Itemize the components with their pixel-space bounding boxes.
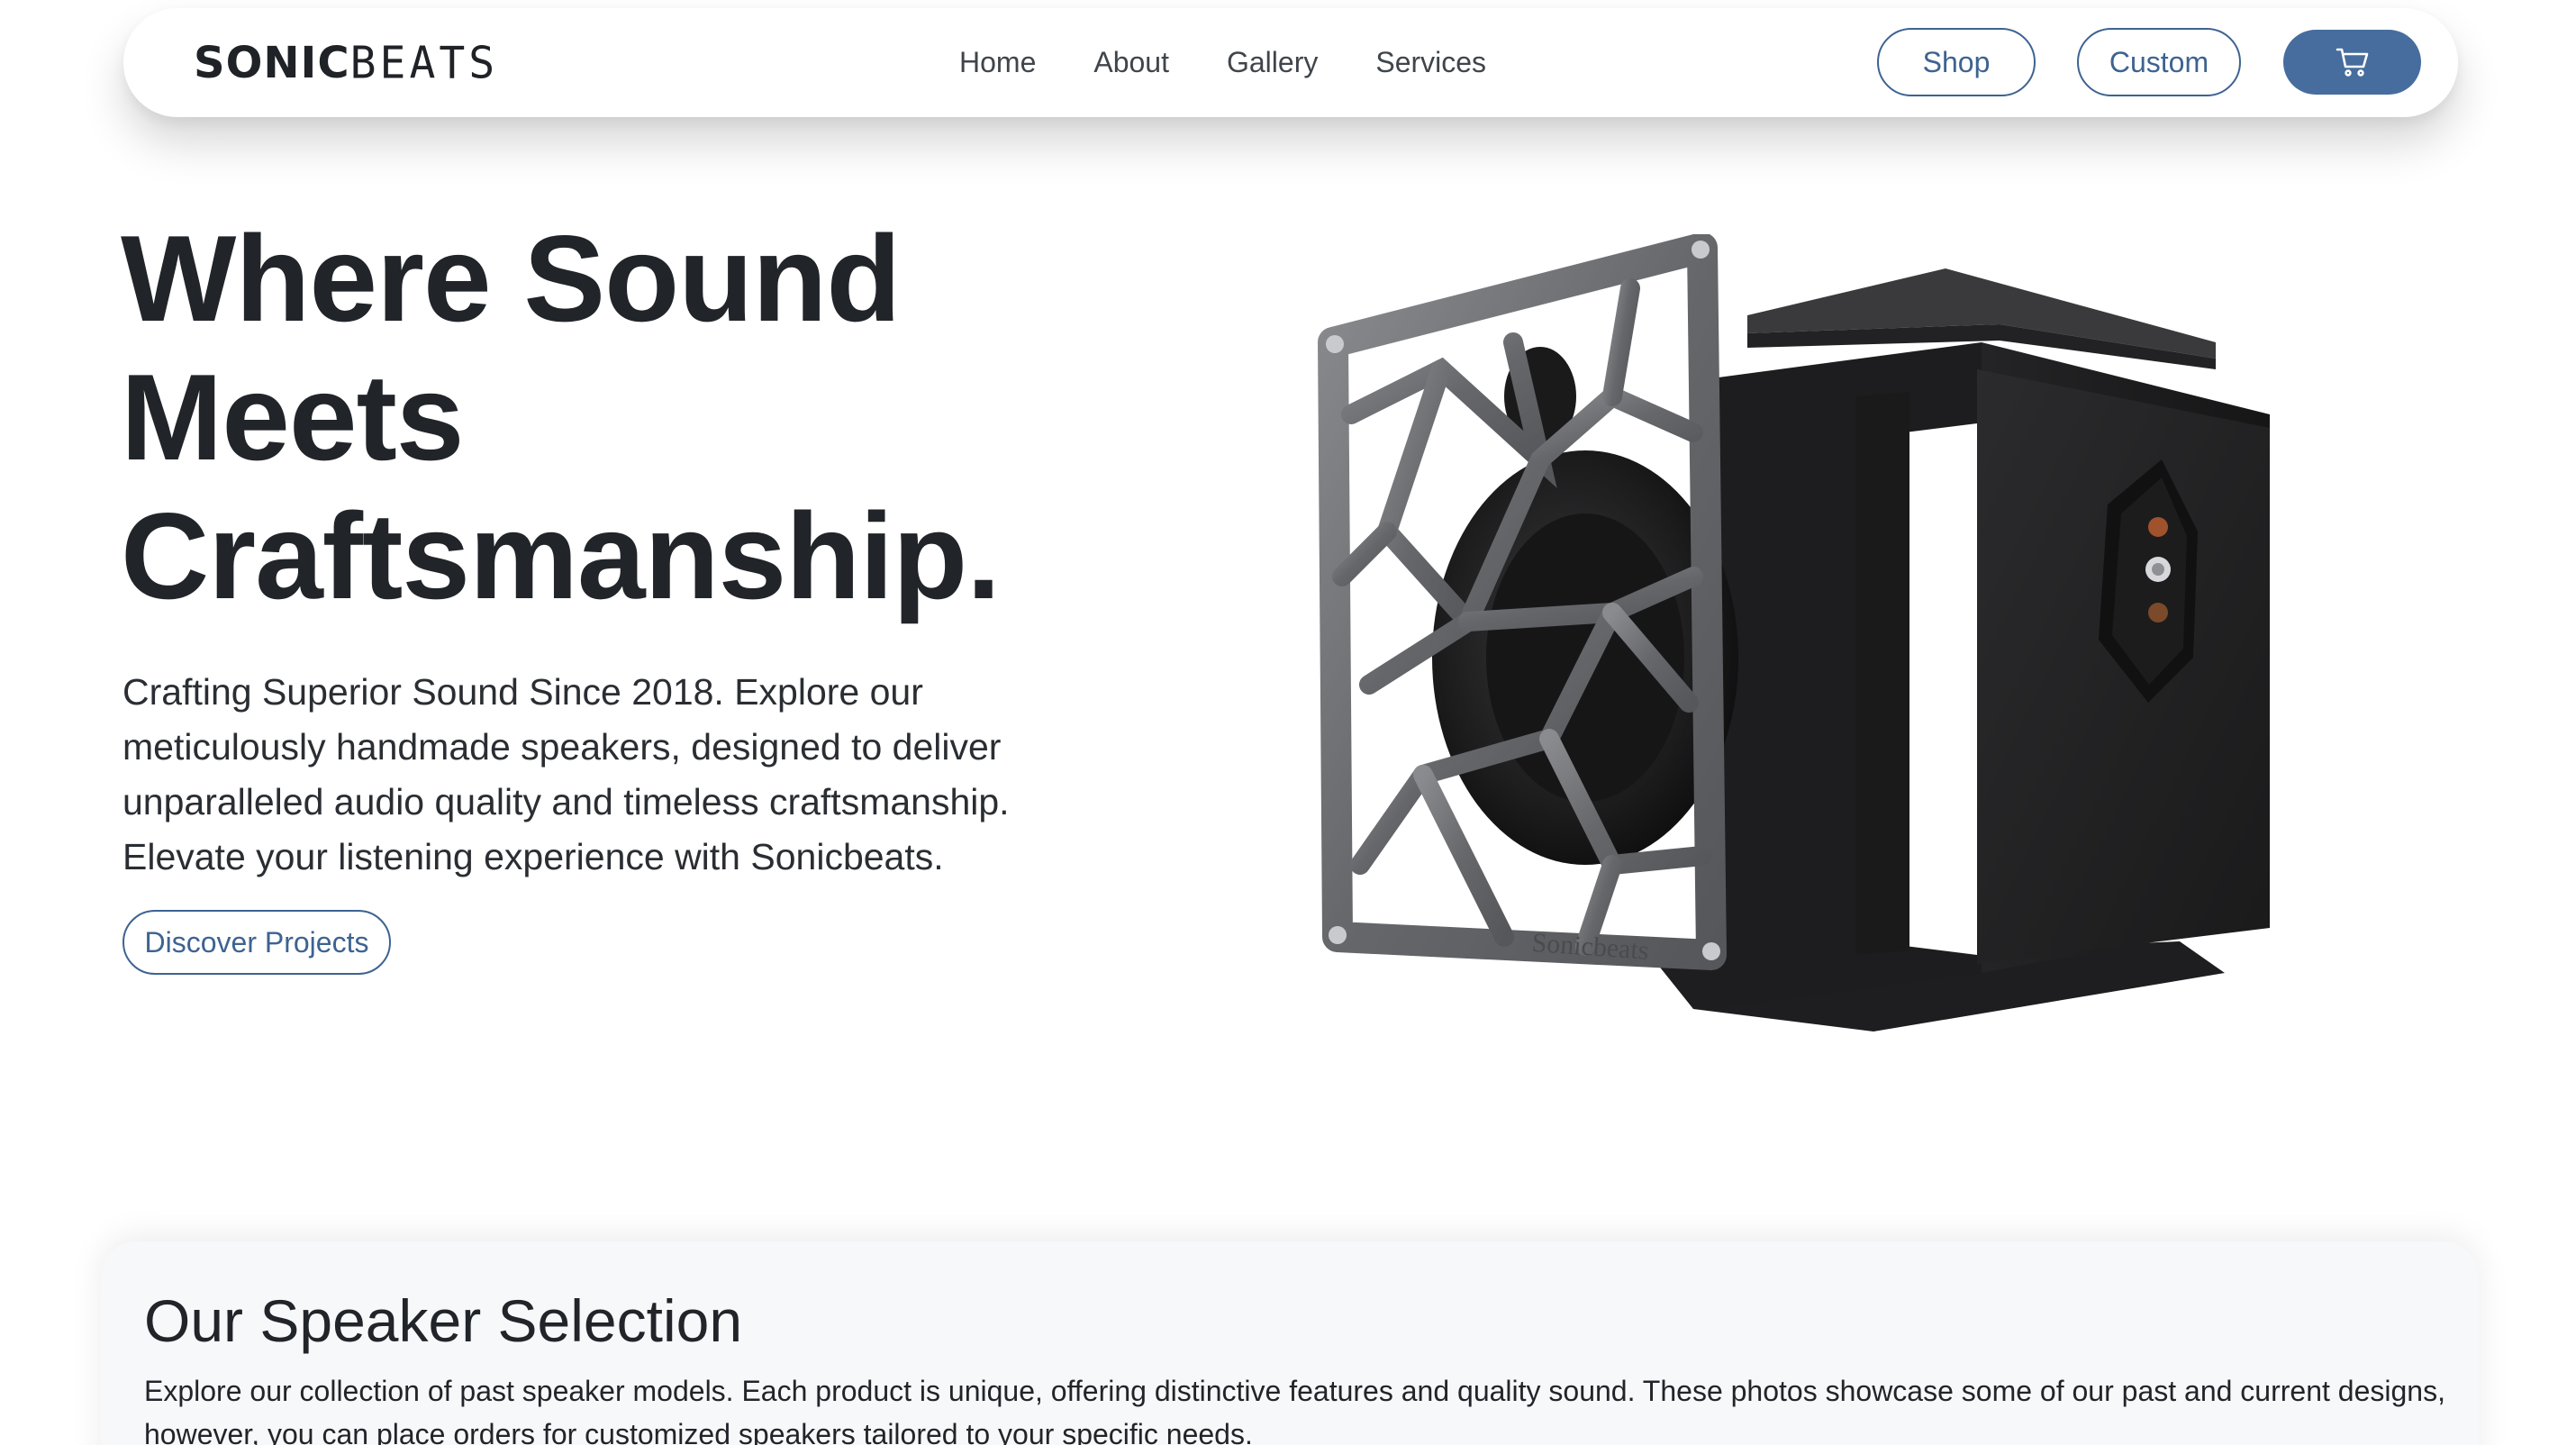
- brand-logo-bold: SONIC: [194, 38, 350, 88]
- speaker-selection-section: Our Speaker Selection Explore our collec…: [101, 1241, 2479, 1445]
- hero-title-line-2: Meets: [121, 349, 465, 486]
- nav-links: Home About Gallery Services: [959, 8, 1486, 117]
- nav-link-about[interactable]: About: [1093, 46, 1169, 79]
- cart-icon: [2336, 48, 2368, 77]
- section-title: Our Speaker Selection: [144, 1287, 743, 1354]
- nav-link-gallery[interactable]: Gallery: [1227, 46, 1318, 79]
- hero-description: Crafting Superior Sound Since 2018. Expl…: [122, 671, 1010, 877]
- hero-title: Where Sound Meets Craftsmanship.: [121, 209, 1021, 625]
- nav-link-services[interactable]: Services: [1375, 46, 1486, 79]
- speaker-product-image: Sonicbeats: [1318, 234, 2270, 1031]
- shop-button[interactable]: Shop: [1877, 28, 2036, 96]
- hero-title-line-1: Where Sound: [121, 210, 901, 347]
- nav-link-home[interactable]: Home: [959, 46, 1036, 79]
- hero-title-line-3: Craftsmanship.: [121, 487, 1001, 624]
- custom-button[interactable]: Custom: [2077, 28, 2241, 96]
- brand-logo[interactable]: SONIC BEATS: [194, 36, 498, 90]
- cart-button[interactable]: [2283, 30, 2421, 95]
- discover-projects-button[interactable]: Discover Projects: [122, 910, 391, 975]
- section-description: Explore our collection of past speaker m…: [144, 1375, 2445, 1445]
- brand-logo-thin: BEATS: [349, 37, 499, 89]
- navbar: SONIC BEATS Home About Gallery Services S…: [123, 8, 2458, 117]
